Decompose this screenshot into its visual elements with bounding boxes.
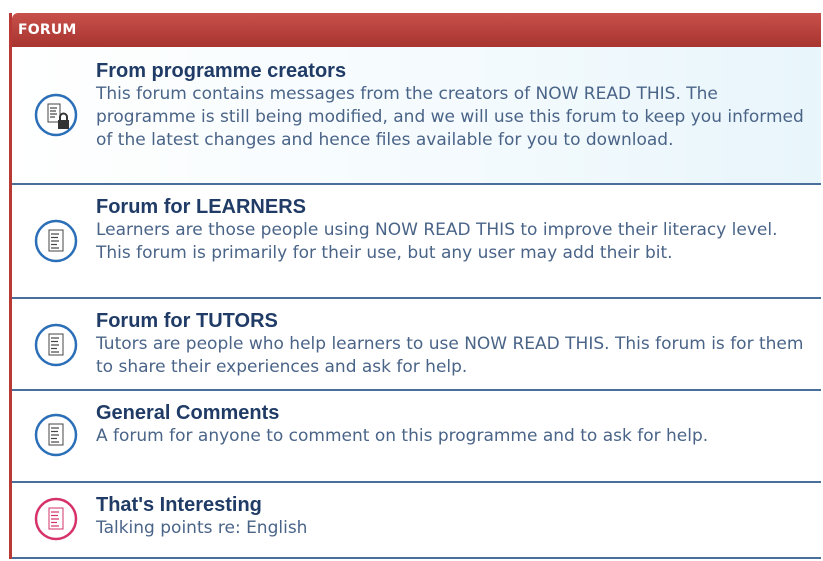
forum-row-learners[interactable]: Forum for LEARNERS Learners are those pe… <box>12 185 821 299</box>
forum-title[interactable]: General Comments <box>96 401 811 425</box>
forum-description: Learners are those people using NOW READ… <box>96 220 778 263</box>
forum-row-tutors[interactable]: Forum for TUTORS Tutors are people who h… <box>12 299 821 391</box>
forum-icon <box>34 323 78 367</box>
forum-list: From programme creators This forum conta… <box>12 47 821 559</box>
forum-row-thats-interesting[interactable]: That's Interesting Talking points re: En… <box>12 483 821 559</box>
forum-title[interactable]: Forum for LEARNERS <box>96 195 811 219</box>
forum-description: This forum contains messages from the cr… <box>96 84 804 150</box>
forum-description: Tutors are people who help learners to u… <box>96 334 804 377</box>
forum-icon <box>34 219 78 263</box>
forum-panel: FORUM From programme creators This forum… <box>9 13 821 559</box>
forum-new-posts-icon <box>34 497 78 541</box>
forum-title[interactable]: From programme creators <box>96 59 811 83</box>
forum-row-programme-creators[interactable]: From programme creators This forum conta… <box>12 47 821 185</box>
forum-title[interactable]: That's Interesting <box>96 493 811 517</box>
forum-row-general-comments[interactable]: General Comments A forum for anyone to c… <box>12 391 821 483</box>
locked-forum-icon <box>34 93 78 137</box>
forum-description: A forum for anyone to comment on this pr… <box>96 426 709 446</box>
forum-header: FORUM <box>12 13 821 47</box>
forum-icon <box>34 413 78 457</box>
forum-description: Talking points re: English <box>96 518 308 538</box>
forum-header-title: FORUM <box>18 22 77 38</box>
forum-title[interactable]: Forum for TUTORS <box>96 309 811 333</box>
